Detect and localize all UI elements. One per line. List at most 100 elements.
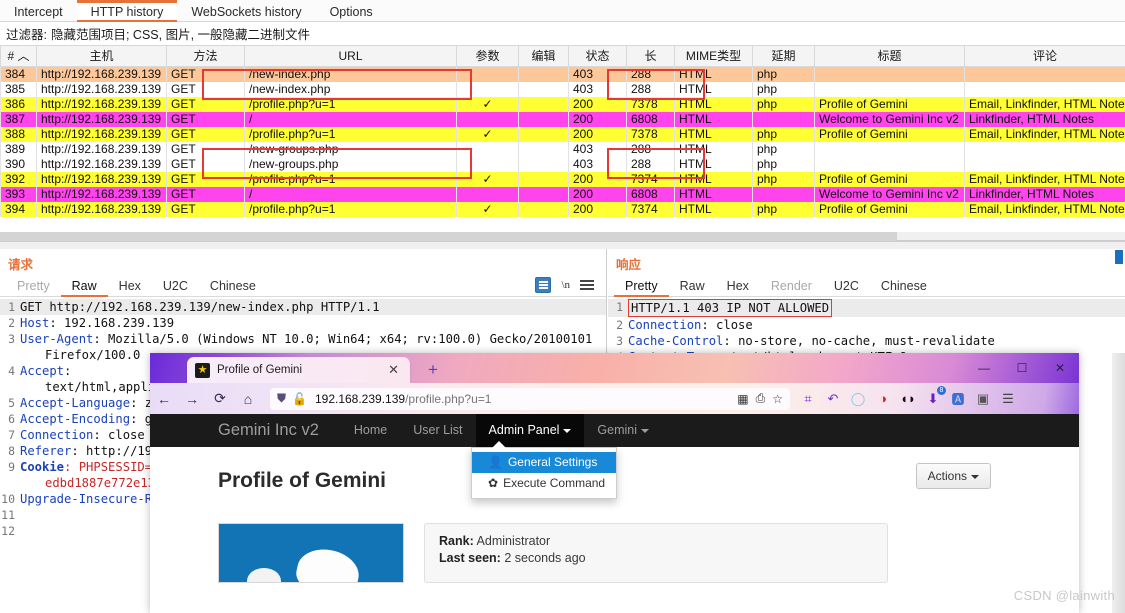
circle-icon[interactable]: ◯ <box>850 391 866 407</box>
gear-icon: ✿ <box>488 476 499 490</box>
column-header-3[interactable]: URL <box>244 46 457 67</box>
header-name: Cookie <box>20 460 65 474</box>
table-row[interactable]: 389 http://192.168.239.139 GET/new-groups.… <box>0 141 1125 157</box>
response-tab-pretty[interactable]: Pretty <box>614 275 669 297</box>
crop-icon[interactable]: ⌗ <box>800 391 816 407</box>
close-icon[interactable]: ✕ <box>385 362 402 378</box>
response-tab-raw[interactable]: Raw <box>669 275 716 297</box>
column-header-8[interactable]: MIME类型 <box>674 46 753 67</box>
cell-url: / <box>244 186 457 202</box>
column-header-10[interactable]: 标题 <box>814 46 965 67</box>
list-green-icon[interactable]: ☰ <box>1000 391 1016 407</box>
response-tab-hex[interactable]: Hex <box>716 275 760 297</box>
column-header-11[interactable]: 评论 <box>964 46 1125 67</box>
nav-item-gemini[interactable]: Gemini <box>584 414 662 447</box>
cell-status: 403 <box>568 81 627 97</box>
column-header-4[interactable]: 参数 <box>456 46 519 67</box>
request-tab-chinese[interactable]: Chinese <box>199 275 267 297</box>
lock-off-icon[interactable]: 🔓 <box>292 392 307 406</box>
avatar-shape-2 <box>247 568 281 582</box>
request-tab-u2c[interactable]: U2C <box>152 275 199 297</box>
column-header-6[interactable]: 状态 <box>568 46 627 67</box>
cell-len: 288 <box>626 141 675 157</box>
cell-method: GET <box>166 81 245 97</box>
tab-websockets-history[interactable]: WebSockets history <box>177 0 315 21</box>
browser-tab[interactable]: ★ Profile of Gemini ✕ <box>187 357 410 383</box>
tab-label: WebSockets history <box>191 5 302 19</box>
new-tab-button[interactable]: + <box>428 361 438 378</box>
filter-bar[interactable]: 过滤器: 隐藏范围项目; CSS, 图片, 一般隐藏二进制文件 <box>0 22 1125 46</box>
home-icon[interactable]: ⌂ <box>234 391 262 407</box>
response-tab-render[interactable]: Render <box>760 275 823 297</box>
nav-item-home[interactable]: Home <box>341 414 400 447</box>
actions-button[interactable]: Actions <box>915 463 991 489</box>
site-brand[interactable]: Gemini Inc v2 <box>218 421 319 440</box>
table-row[interactable]: 387 http://192.168.239.139 GET/ 200 6808 HTML… <box>0 111 1125 127</box>
table-row[interactable]: 386 http://192.168.239.139 GET/profile.php… <box>0 96 1125 112</box>
bookmark-star-icon[interactable]: ☆ <box>772 392 783 406</box>
column-header-1[interactable]: 主机 <box>36 46 167 67</box>
pane-splitter[interactable] <box>0 241 1125 249</box>
profile-row: Rank: Administrator Last seen: 2 seconds… <box>218 523 1079 583</box>
forward-icon[interactable]: → <box>178 391 206 407</box>
cell-mime: HTML <box>674 96 753 112</box>
request-tab-pretty[interactable]: Pretty <box>6 275 61 297</box>
table-row[interactable]: 388 http://192.168.239.139 GET/profile.php… <box>0 126 1125 142</box>
maximize-button[interactable]: ☐ <box>1003 353 1041 383</box>
dropdown-item-general-settings[interactable]: 👤 General Settings <box>472 452 616 473</box>
person-box-icon[interactable]: ▣ <box>975 391 991 407</box>
column-header-5[interactable]: 编辑 <box>518 46 569 67</box>
tab-intercept[interactable]: Intercept <box>0 0 77 21</box>
cell-edit <box>518 81 569 97</box>
table-row[interactable]: 393 http://192.168.239.139 GET/ 200 6808 HTML… <box>0 186 1125 202</box>
cell-num: 390 <box>0 156 37 172</box>
cell-comment: Email, Linkfinder, HTML Notes <box>964 171 1125 187</box>
scrollbar-thumb[interactable] <box>0 232 897 241</box>
line-text: Cache-Control: no-store, no-cache, must-… <box>628 333 1125 349</box>
screenshot-root: Intercept HTTP history WebSockets histor… <box>0 0 1125 613</box>
newline-icon[interactable]: \n <box>561 279 570 291</box>
cell-num: 393 <box>0 186 37 202</box>
cell-url: /profile.php?u=1 <box>244 96 457 112</box>
table-row[interactable]: 394 http://192.168.239.139 GET/profile.php… <box>0 201 1125 217</box>
response-tab-u2c[interactable]: U2C <box>823 275 870 297</box>
line-number: 10 <box>1 492 15 506</box>
dark-reader-icon[interactable]: ◖◗ <box>900 391 916 407</box>
request-tab-hex[interactable]: Hex <box>108 275 152 297</box>
tab-http-history[interactable]: HTTP history <box>76 0 178 22</box>
column-header-7[interactable]: 长 <box>626 46 675 67</box>
line-number: 8 <box>8 444 15 458</box>
tab-options[interactable]: Options <box>316 0 387 21</box>
column-header-9[interactable]: 延期 <box>752 46 815 67</box>
cell-len: 288 <box>626 156 675 172</box>
nav-item-user-list[interactable]: User List <box>400 414 475 447</box>
close-window-button[interactable]: ✕ <box>1041 353 1079 383</box>
back-icon[interactable]: ← <box>150 391 178 407</box>
table-horizontal-scrollbar[interactable] <box>0 232 1125 241</box>
table-row[interactable]: 392 http://192.168.239.139 GET/profile.php… <box>0 171 1125 187</box>
menu-icon[interactable] <box>580 280 594 290</box>
table-row[interactable]: 390 http://192.168.239.139 GET/new-groups.… <box>0 156 1125 172</box>
translate-a-icon[interactable]: 🅰 <box>950 391 966 407</box>
word-wrap-icon[interactable] <box>535 277 552 293</box>
dropdown-item-execute-command[interactable]: ✿ Execute Command <box>472 473 616 494</box>
address-bar[interactable]: ⛊ 🔓 192.168.239.139 /profile.php?u=1 ▦ ⎙… <box>270 387 790 410</box>
qr-icon[interactable]: ▦ <box>737 392 748 406</box>
undo-arrow-icon[interactable]: ↶ <box>825 391 841 407</box>
request-tab-raw[interactable]: Raw <box>60 275 108 297</box>
table-row[interactable]: 385 http://192.168.239.139 GET/new-index.p… <box>0 81 1125 97</box>
response-tab-chinese[interactable]: Chinese <box>870 275 938 297</box>
table-row[interactable]: 384 http://192.168.239.139 GET/new-index.p… <box>0 66 1125 82</box>
cell-comment: Email, Linkfinder, HTML Notes <box>964 126 1125 142</box>
reload-icon[interactable]: ⟳ <box>206 390 234 407</box>
column-header-2[interactable]: 方法 <box>166 46 245 67</box>
minimize-button[interactable]: — <box>965 353 1003 383</box>
download-badge-icon[interactable]: ⬇ 8 <box>925 385 946 407</box>
translate-icon[interactable]: ⎙ <box>756 391 766 406</box>
cell-comment <box>964 141 1125 157</box>
column-header-0[interactable]: # ︿ <box>0 46 37 67</box>
opera-o-icon[interactable]: ◑ <box>875 391 891 407</box>
cell-ext: php <box>752 126 815 142</box>
shield-icon[interactable]: ⛊ <box>277 391 286 406</box>
tab-label: Options <box>329 5 373 19</box>
